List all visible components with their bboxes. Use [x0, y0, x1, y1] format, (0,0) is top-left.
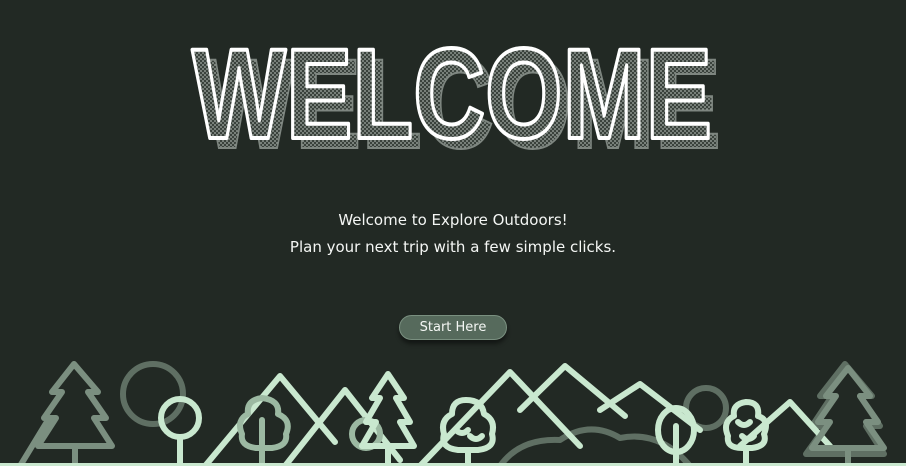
large-bush-icon — [120, 361, 186, 427]
bush-detail-icon — [453, 427, 485, 442]
intro-line-1: Welcome to Explore Outdoors! — [338, 211, 568, 229]
mountain-icon — [517, 363, 628, 419]
mountain-icon — [202, 373, 338, 466]
trees — [17, 361, 887, 466]
intro-text: Welcome to Explore Outdoors! Plan your n… — [0, 207, 906, 261]
welcome-heading-text: WELCOME — [192, 24, 712, 160]
pine-tree-icon — [359, 371, 417, 449]
start-here-button[interactable]: Start Here — [399, 315, 507, 340]
intro-line-2: Plan your next trip with a few simple cl… — [289, 238, 617, 256]
bush-tree-icon — [440, 397, 496, 453]
welcome-heading: WELCOME WELCOME — [182, 24, 726, 160]
pine-tree-icon — [35, 361, 115, 449]
forest-landscape-illustration — [0, 350, 906, 466]
leaf-detail-icon — [735, 419, 757, 442]
